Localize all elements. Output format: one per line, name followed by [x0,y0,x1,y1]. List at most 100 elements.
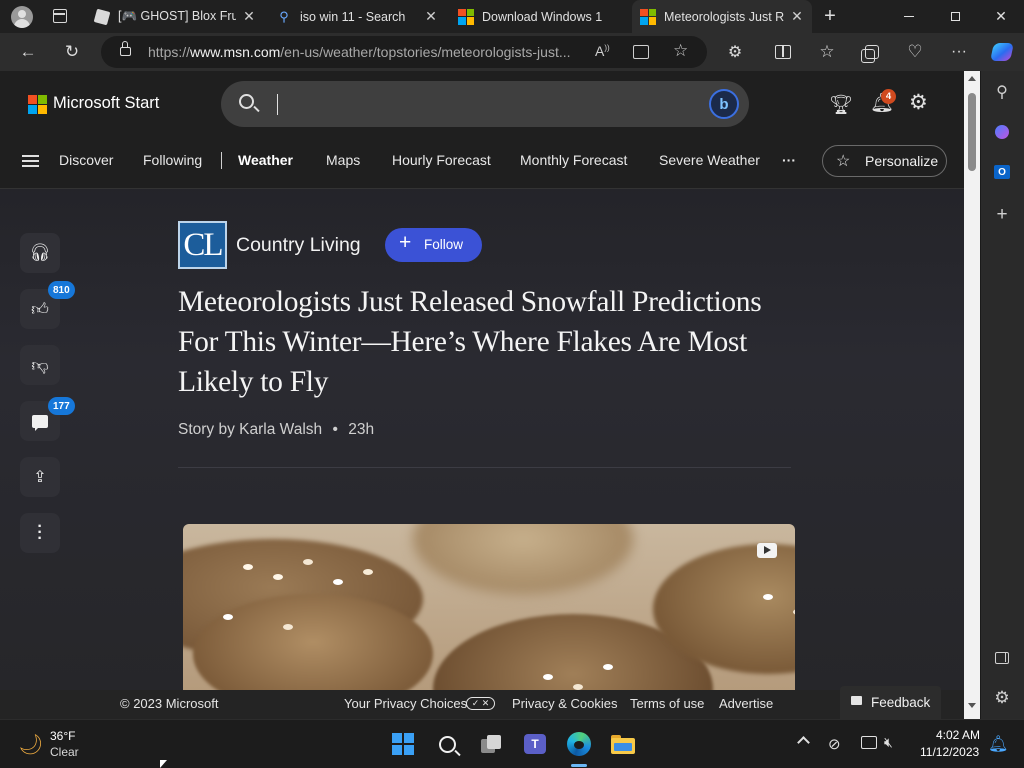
sidebar-settings-icon[interactable]: ⚙ [991,687,1013,709]
minimize-button[interactable] [886,0,932,33]
publisher-logo[interactable]: CL [178,221,227,269]
feedback-button[interactable]: Feedback [840,686,941,719]
close-tab-icon[interactable]: ✕ [424,8,438,25]
edge-icon [567,732,591,756]
tab-blox-fruits[interactable]: [🎮 GHOST] Blox Frui ✕ [86,0,264,33]
lock-icon[interactable] [120,41,131,56]
microsoft-favicon-icon [640,8,656,25]
scrollbar-thumb[interactable] [968,93,976,171]
msn-article-page: Microsoft Start b 🏆︎ 🔔︎ 4 ⚙ Discover Fol… [0,71,964,719]
tab-label: iso win 11 - Search [300,9,406,24]
settings-gear-icon[interactable]: ⚙ [909,90,928,115]
bing-chat-icon[interactable]: b [709,89,739,119]
hamburger-menu-icon[interactable] [22,155,39,167]
nav-monthly-forecast[interactable]: Monthly Forecast [520,152,627,168]
tab-download-windows[interactable]: Download Windows 1 [450,0,628,33]
author[interactable]: Story by Karla Walsh [178,421,322,438]
back-button[interactable]: ← [13,37,43,67]
nav-divider [221,152,222,169]
close-tab-icon[interactable]: ✕ [790,8,804,25]
close-window-button[interactable]: ✕ [978,0,1024,33]
privacy-toggle-icon[interactable]: ✓ ✕ [466,697,495,710]
file-explorer-button[interactable] [609,730,637,758]
teams-button[interactable]: T [521,730,549,758]
show-hidden-icons-chevron-icon[interactable] [797,736,810,749]
scroll-up-arrow-icon[interactable] [968,76,976,81]
nav-maps[interactable]: Maps [326,152,360,168]
scroll-down-arrow-icon[interactable] [968,703,976,708]
nav-following[interactable]: Following [143,152,202,168]
nav-discover[interactable]: Discover [59,152,113,168]
clock-time[interactable]: 4:02 AM [936,728,980,742]
favorites-icon[interactable]: ☆ [812,37,842,67]
tab-label: Meteorologists Just R [664,9,784,24]
split-screen-icon[interactable] [768,37,798,67]
browser-essentials-icon[interactable]: ♡ [900,37,930,67]
edge-taskbar-button[interactable] [565,730,593,758]
url-text[interactable]: https://www.msn.com/en-us/weather/topsto… [148,44,571,60]
tab-meteorologists[interactable]: Meteorologists Just R ✕ [632,0,812,33]
clock-date[interactable]: 11/12/2023 [920,745,979,759]
terms-link[interactable]: Terms of use [630,696,704,711]
task-view-button[interactable] [477,730,505,758]
windows-taskbar: 🌙︎ 36°F Clear T ⊘ 🔇︎ 4:02 AM 11/12/2023 … [0,719,1024,768]
privacy-choices-link[interactable]: Your Privacy Choices [344,696,467,711]
search-input[interactable]: b [221,81,749,127]
rewards-trophy-icon[interactable]: 🏆︎ [829,93,853,117]
display-icon[interactable] [861,736,877,749]
sidebar-copilot-icon[interactable] [991,121,1013,143]
advertise-link[interactable]: Advertise [719,696,773,711]
nav-hourly-forecast[interactable]: Hourly Forecast [392,152,491,168]
browser-toolbar: ← ↻ https://www.msn.com/en-us/weather/to… [0,33,1024,71]
share-button[interactable]: ⇪ [20,457,60,497]
profile-avatar[interactable] [11,6,33,28]
page-scrollbar[interactable] [964,71,980,719]
dislike-button[interactable]: 👎︎ [20,345,60,385]
publisher-name[interactable]: Country Living [236,234,361,257]
refresh-button[interactable]: ↻ [57,37,87,67]
nav-weather[interactable]: Weather [238,152,293,168]
nav-severe-weather[interactable]: Severe Weather [659,152,760,168]
listen-button[interactable]: 🎧︎ [20,233,60,273]
settings-more-icon[interactable]: ··· [944,37,974,67]
sidebar-outlook-icon[interactable]: O [991,161,1013,183]
new-tab-button[interactable]: + [818,4,842,28]
tab-actions-icon[interactable] [53,9,67,23]
sidebar-hide-icon[interactable] [991,647,1013,669]
roblox-favicon-icon [93,8,111,25]
taskbar-search-button[interactable] [433,730,461,758]
byline-divider [178,467,791,468]
edge-sidebar: ⚲ O + ⚙ [980,71,1024,719]
nav-more-button[interactable]: ··· [782,152,796,168]
sidebar-add-icon[interactable]: + [991,204,1013,226]
weather-desc: Clear [50,745,79,759]
read-aloud-icon[interactable]: A)) [595,43,610,59]
tab-iso-search[interactable]: ⚲ iso win 11 - Search ✕ [268,0,446,33]
start-button[interactable] [389,730,417,758]
restore-button[interactable] [932,0,978,33]
address-bar[interactable]: https://www.msn.com/en-us/weather/topsto… [101,36,707,68]
close-tab-icon[interactable]: ✕ [242,8,256,25]
volume-muted-icon[interactable]: 🔇︎ [884,734,893,751]
privacy-cookies-link[interactable]: Privacy & Cookies [512,696,617,711]
personalize-button[interactable]: ☆ Personalize [822,145,947,177]
follow-button[interactable]: + Follow [385,228,482,262]
notification-center-bell-icon[interactable]: 🔔︎ [988,734,1008,754]
extensions-icon[interactable]: ⚙ [720,37,750,67]
more-options-button[interactable]: · · · [20,513,60,553]
copilot-icon[interactable] [987,37,1017,67]
video-play-icon[interactable] [757,543,777,558]
microsoft-logo-icon[interactable] [28,95,47,114]
weather-widget[interactable]: 🌙︎ 36°F Clear [16,728,106,762]
favorite-star-icon[interactable]: ☆ [673,41,688,61]
network-disabled-icon[interactable]: ⊘ [828,735,841,753]
search-icon [438,735,461,756]
article-hero-image[interactable] [183,524,795,690]
immersive-reader-icon[interactable] [633,45,649,59]
collections-icon[interactable] [857,37,887,67]
plus-icon: + [399,231,412,254]
feedback-icon [851,696,862,705]
follow-label: Follow [424,237,464,252]
sidebar-search-icon[interactable]: ⚲ [991,81,1013,103]
microsoft-start-brand[interactable]: Microsoft Start [53,94,159,113]
